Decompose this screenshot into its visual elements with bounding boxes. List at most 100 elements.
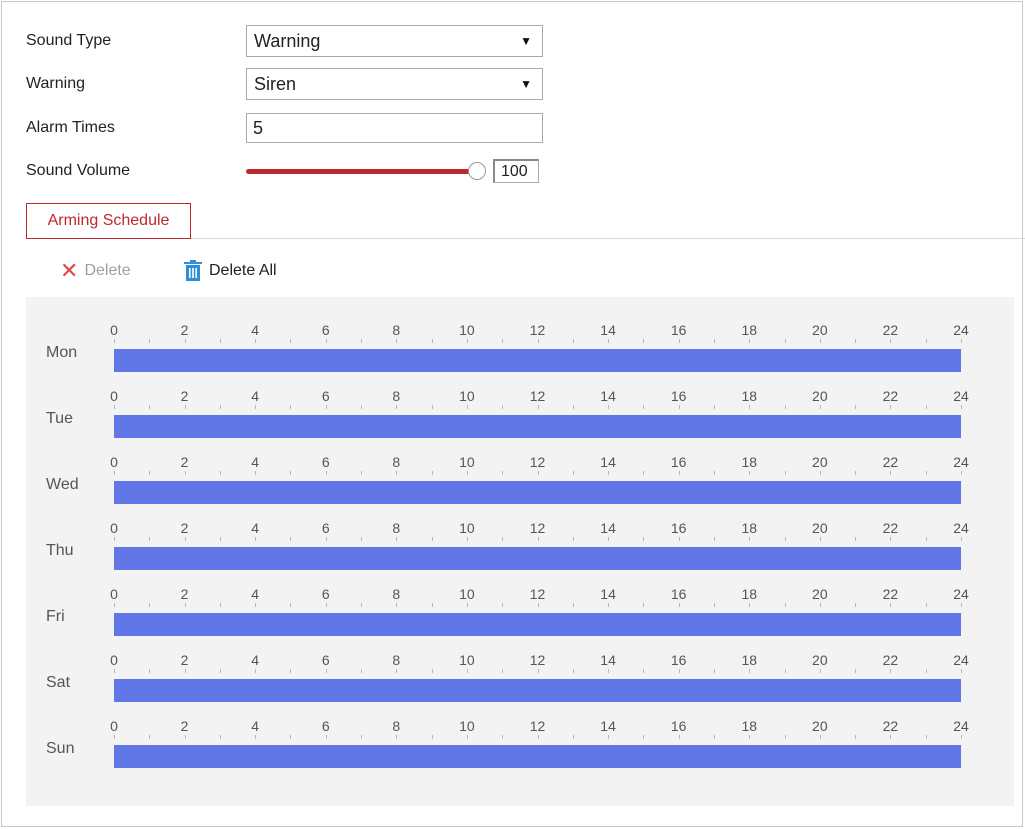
tick-mark [396,537,398,541]
tick-mark [114,537,115,541]
tick-label: 18 [741,388,758,404]
tick-mark [819,405,821,409]
tick-mark [114,603,115,607]
tick-label: 4 [251,718,260,734]
tick-mark [890,669,892,673]
tick-label: 6 [321,652,330,668]
tick-mark [925,669,927,673]
tick-label: 0 [110,586,118,602]
tick-mark [925,603,927,607]
tick-mark [396,735,398,739]
tick-mark [537,471,539,475]
time-axis: 0 2 4 6 8 10 12 14 16 18 20 22 24 [110,454,969,475]
tick-mark [749,405,751,409]
alarm-times-label: Alarm Times [26,119,115,136]
volume-slider-track[interactable] [246,169,478,174]
tick-mark [361,339,363,343]
time-axis: 0 2 4 6 8 10 12 14 16 18 20 22 24 [110,520,969,541]
tick-mark [361,735,363,739]
volume-value-input[interactable]: 100 [493,159,539,183]
schedule-panel: Mon 0 2 4 6 8 10 12 14 16 18 20 22 24 Tue 0 2 4 6 8 10 12 14 16… [26,297,1014,806]
delete-all-button[interactable]: Delete All [183,260,277,282]
tick-mark [572,405,574,409]
tick-label: 22 [882,388,899,404]
warning-select[interactable]: Siren ▼ [246,68,543,100]
tick-label: 0 [110,718,118,734]
tick-mark [114,405,115,409]
tick-mark [678,339,680,343]
tick-label: 22 [882,520,899,536]
tick-label: 0 [110,652,118,668]
tick-mark [608,339,610,343]
tick-label: 14 [600,652,616,668]
tick-label: 8 [392,718,401,734]
tick-mark [572,537,574,541]
tick-label: 2 [180,322,189,338]
tick-mark [290,735,292,739]
tick-label: 6 [321,454,330,470]
tick-mark [114,735,115,739]
tick-mark [149,735,151,739]
day-label: Tue [46,410,73,427]
tick-label: 12 [529,454,546,470]
tick-label: 8 [392,322,401,338]
tab-divider [191,238,1025,239]
delete-button[interactable]: ✕ Delete [60,260,131,282]
tick-mark [713,537,715,541]
tick-mark [396,405,398,409]
tick-label: 14 [600,718,616,734]
tick-label: 14 [600,454,616,470]
schedule-row-sat: Sat 0 2 4 6 8 10 12 14 16 18 20 22 24 [26,627,1014,702]
tick-mark [219,537,221,541]
tick-label: 0 [110,454,118,470]
tick-label: 20 [812,586,828,602]
tick-mark [466,405,468,409]
tick-label: 22 [882,454,899,470]
tick-mark [325,471,327,475]
tick-label: 18 [741,652,758,668]
tick-mark [713,669,715,673]
tick-mark [255,339,257,343]
tick-label: 20 [812,718,828,734]
volume-slider-thumb[interactable] [468,162,486,180]
tick-label: 22 [882,652,899,668]
warning-value: Siren [254,73,297,94]
tab-arming-schedule[interactable]: Arming Schedule [26,203,191,239]
tick-mark [819,471,821,475]
tick-label: 14 [600,388,616,404]
tick-mark [149,405,151,409]
tick-mark [855,537,857,541]
tick-mark [361,603,363,607]
tick-label: 10 [459,454,475,470]
tick-label: 10 [459,718,475,734]
tick-label: 10 [459,322,475,338]
tick-mark [572,471,574,475]
alarm-times-input[interactable]: 5 [246,113,543,143]
tick-label: 12 [529,520,546,536]
tick-label: 8 [392,520,401,536]
tick-mark [784,669,786,673]
tick-mark [255,405,257,409]
tick-mark [890,537,892,541]
tick-mark [925,537,927,541]
tick-label: 24 [953,586,969,602]
tick-label: 6 [321,586,330,602]
tick-mark [961,669,962,673]
tick-mark [749,471,751,475]
tick-mark [713,339,715,343]
day-label: Mon [46,344,78,361]
tick-mark [431,603,433,607]
tick-label: 8 [392,652,401,668]
sound-type-select[interactable]: Warning ▼ [246,25,543,57]
tick-label: 8 [392,586,401,602]
tick-mark [961,603,962,607]
delete-label: Delete [84,262,131,279]
tick-label: 24 [953,520,969,536]
tick-mark [325,735,327,739]
tick-mark [325,405,327,409]
tick-mark [255,603,257,607]
tick-mark [431,405,433,409]
day-label: Wed [46,476,79,493]
schedule-segment[interactable] [114,745,961,768]
tick-mark [961,735,962,739]
